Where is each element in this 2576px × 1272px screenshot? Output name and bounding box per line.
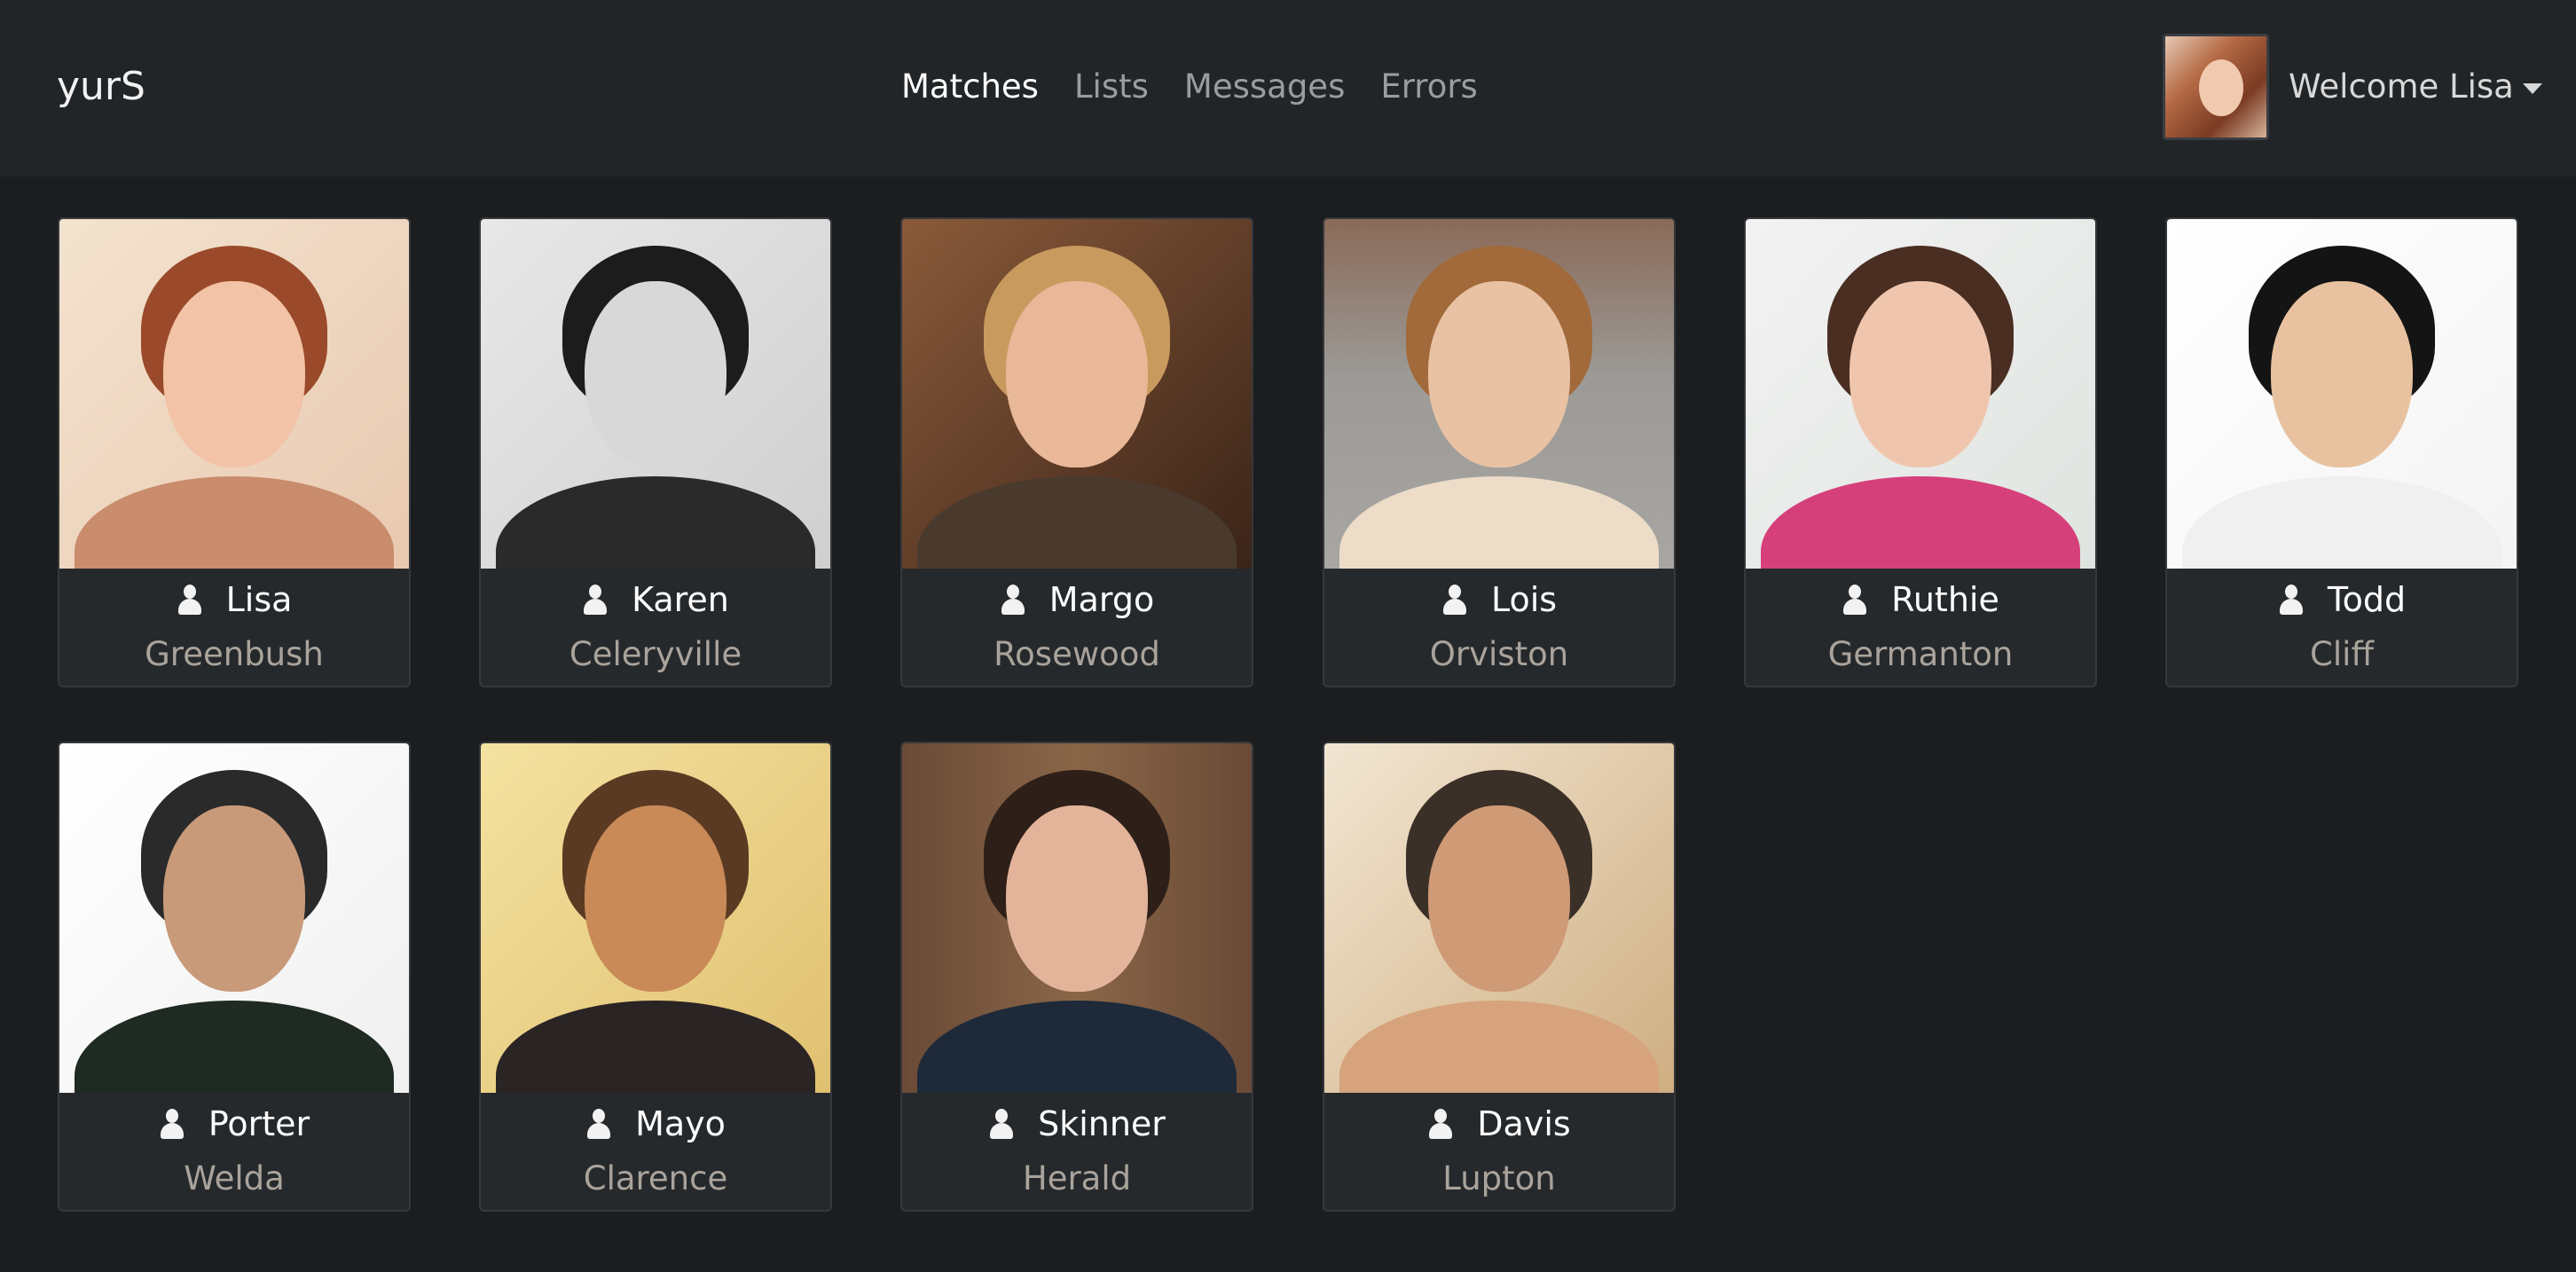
user-icon	[1000, 585, 1026, 615]
chevron-down-icon	[2522, 82, 2542, 94]
match-city: Welda	[184, 1159, 285, 1197]
nav-link-lists[interactable]: Lists	[1074, 62, 1149, 112]
match-name: Lisa	[59, 572, 409, 627]
match-name-text: Davis	[1477, 1104, 1571, 1143]
match-city: Herald	[1022, 1159, 1132, 1197]
profile-photo	[1746, 219, 2095, 569]
match-name-text: Todd	[2327, 580, 2407, 619]
match-card[interactable]: Davis Lupton	[1323, 742, 1676, 1212]
match-name: Lois	[1324, 572, 1674, 627]
match-card[interactable]: Mayo Clarence	[479, 742, 832, 1212]
user-icon	[159, 1109, 185, 1139]
profile-photo	[481, 219, 830, 569]
profile-photo	[2167, 219, 2517, 569]
match-name-text: Karen	[632, 580, 729, 619]
brand-logo[interactable]: yurS	[57, 62, 145, 112]
profile-photo	[59, 743, 409, 1093]
match-card[interactable]: Ruthie Germanton	[1744, 217, 2097, 687]
match-name-text: Margo	[1048, 580, 1155, 619]
profile-photo	[481, 743, 830, 1093]
nav-link-errors[interactable]: Errors	[1380, 62, 1477, 112]
match-name: Skinner	[902, 1096, 1252, 1151]
profile-photo	[902, 219, 1252, 569]
match-name-text: Mayo	[635, 1104, 726, 1143]
match-city: Clarence	[583, 1159, 728, 1197]
match-name: Todd	[2167, 572, 2517, 627]
match-card[interactable]: Margo Rosewood	[900, 217, 1253, 687]
match-name-text: Porter	[208, 1104, 310, 1143]
match-name: Porter	[59, 1096, 409, 1151]
match-name: Karen	[481, 572, 830, 627]
match-card[interactable]: Porter Welda	[58, 742, 411, 1212]
match-city: Rosewood	[993, 635, 1160, 673]
match-card[interactable]: Lois Orviston	[1323, 217, 1676, 687]
match-name-text: Skinner	[1038, 1104, 1166, 1143]
match-name-text: Lisa	[225, 580, 293, 619]
match-name-text: Ruthie	[1891, 580, 1999, 619]
user-icon	[988, 1109, 1015, 1139]
match-name-text: Lois	[1490, 580, 1558, 619]
user-icon	[582, 585, 609, 615]
user-menu-dropdown[interactable]: Welcome Lisa	[2163, 34, 2542, 140]
match-city: Cliff	[2310, 635, 2374, 673]
main-nav: Matches Lists Messages Errors	[901, 62, 1478, 112]
nav-link-matches[interactable]: Matches	[901, 62, 1039, 112]
nav-link-messages[interactable]: Messages	[1184, 62, 1345, 112]
match-city: Orviston	[1429, 635, 1569, 673]
user-icon	[1441, 585, 1468, 615]
match-city: Greenbush	[145, 635, 324, 673]
user-icon	[2278, 585, 2305, 615]
match-name: Davis	[1324, 1096, 1674, 1151]
match-city: Celeryville	[569, 635, 742, 673]
match-name: Margo	[902, 572, 1252, 627]
avatar	[2163, 34, 2269, 140]
match-card[interactable]: Skinner Herald	[900, 742, 1253, 1212]
user-icon	[1842, 585, 1868, 615]
welcome-label: Welcome Lisa	[2289, 62, 2542, 112]
match-card[interactable]: Karen Celeryville	[479, 217, 832, 687]
match-name: Ruthie	[1746, 572, 2095, 627]
match-city: Germanton	[1827, 635, 2014, 673]
match-city: Lupton	[1442, 1159, 1556, 1197]
user-icon	[177, 585, 203, 615]
profile-photo	[1324, 743, 1674, 1093]
profile-photo	[902, 743, 1252, 1093]
top-navbar: yurS Matches Lists Messages Errors Welco…	[0, 0, 2576, 177]
user-icon	[585, 1109, 612, 1139]
match-name: Mayo	[481, 1096, 830, 1151]
match-card[interactable]: Lisa Greenbush	[58, 217, 411, 687]
user-icon	[1427, 1109, 1454, 1139]
profile-photo	[1324, 219, 1674, 569]
profile-photo	[59, 219, 409, 569]
match-card[interactable]: Todd Cliff	[2165, 217, 2518, 687]
